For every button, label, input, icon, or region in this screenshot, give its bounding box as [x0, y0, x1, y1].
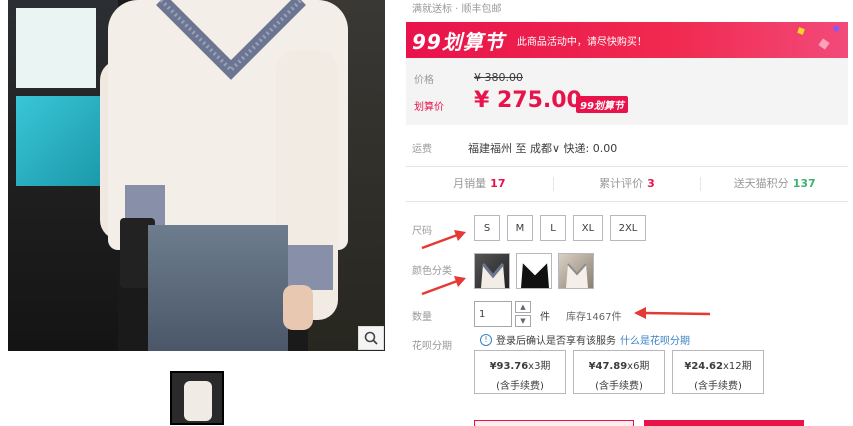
huabei-info-link[interactable]: 什么是花呗分期 — [620, 332, 690, 347]
shipping-label: 运费 — [412, 144, 432, 155]
thumbnail-image[interactable] — [170, 371, 224, 425]
color-option-1[interactable] — [474, 253, 510, 289]
size-option-m[interactable]: M — [507, 215, 533, 241]
installment-6[interactable]: ¥47.89x6期 (含手续费) — [573, 350, 665, 394]
info-icon: ! — [480, 333, 492, 346]
product-page: 满就送标 · 顺丰包邮 99划算节 此商品活动中，请尽快购买！ 价格 ¥ 380… — [0, 0, 853, 426]
promo-logo: 99划算节 — [412, 29, 505, 54]
huabei-notice-text: 登录后确认是否享有该服务 — [496, 336, 616, 347]
installment-3[interactable]: ¥93.76x3期 (含手续费) — [474, 350, 566, 394]
quantity-increase[interactable]: ▲ — [515, 301, 531, 313]
monthly-sales: 月销量 17 — [406, 177, 554, 191]
tmall-points: 送天猫积分 137 — [733, 177, 816, 190]
quantity-unit: 件 — [540, 312, 550, 323]
breadcrumb: 满就送标 · 顺丰包邮 — [412, 4, 502, 15]
color-option-2[interactable] — [516, 253, 552, 289]
decoration-icon — [797, 25, 840, 50]
promo-tag: 99划算节 — [576, 96, 628, 113]
buy-now-button[interactable] — [474, 420, 634, 426]
promo-text: 此商品活动中，请尽快购买！ — [516, 36, 647, 48]
chevron-down-icon: ▼ — [520, 317, 526, 325]
quantity-label: 数量 — [412, 312, 432, 323]
original-price: ¥ 380.00 — [474, 71, 523, 84]
zoom-button[interactable] — [358, 326, 384, 350]
quantity-input[interactable] — [474, 301, 512, 327]
size-option-s[interactable]: S — [474, 215, 500, 241]
main-product-image[interactable] — [8, 0, 385, 351]
annotation-arrow-icon — [421, 230, 466, 250]
huabei-notice: ! 登录后确认是否享有该服务 什么是花呗分期 — [480, 332, 690, 347]
size-option-xl[interactable]: XL — [573, 215, 603, 241]
shipping-value[interactable]: 福建福州 至 成都∨ 快递: 0.00 — [468, 140, 617, 156]
stock-count: 库存1467件 — [566, 312, 622, 323]
quantity-decrease[interactable]: ▼ — [515, 315, 531, 327]
reviews-count[interactable]: 累计评价 3 — [554, 177, 702, 191]
magnifier-icon — [364, 331, 378, 345]
product-info-panel: 满就送标 · 顺丰包邮 99划算节 此商品活动中，请尽快购买！ 价格 ¥ 380… — [400, 0, 853, 426]
price-box: 价格 ¥ 380.00 划算价 ¥ 275.00 99划算节 — [406, 58, 848, 125]
price-label: 价格 — [414, 75, 434, 86]
size-option-l[interactable]: L — [540, 215, 566, 241]
stats-bar: 月销量 17 累计评价 3 送天猫积分 137 — [406, 166, 848, 202]
promo-banner: 99划算节 此商品活动中，请尽快购买！ — [406, 22, 848, 58]
color-option-3[interactable] — [558, 253, 594, 289]
annotation-arrow-icon — [634, 307, 711, 319]
huabei-label: 花呗分期 — [412, 341, 452, 352]
chevron-up-icon: ▲ — [520, 303, 526, 311]
size-option-2xl[interactable]: 2XL — [610, 215, 646, 241]
installment-12[interactable]: ¥24.62x12期 (含手续费) — [672, 350, 764, 394]
annotation-arrow-icon — [421, 276, 466, 296]
add-to-cart-button[interactable] — [644, 420, 804, 426]
promo-price-label: 划算价 — [414, 102, 444, 113]
current-price: ¥ 275.00 — [474, 88, 582, 113]
